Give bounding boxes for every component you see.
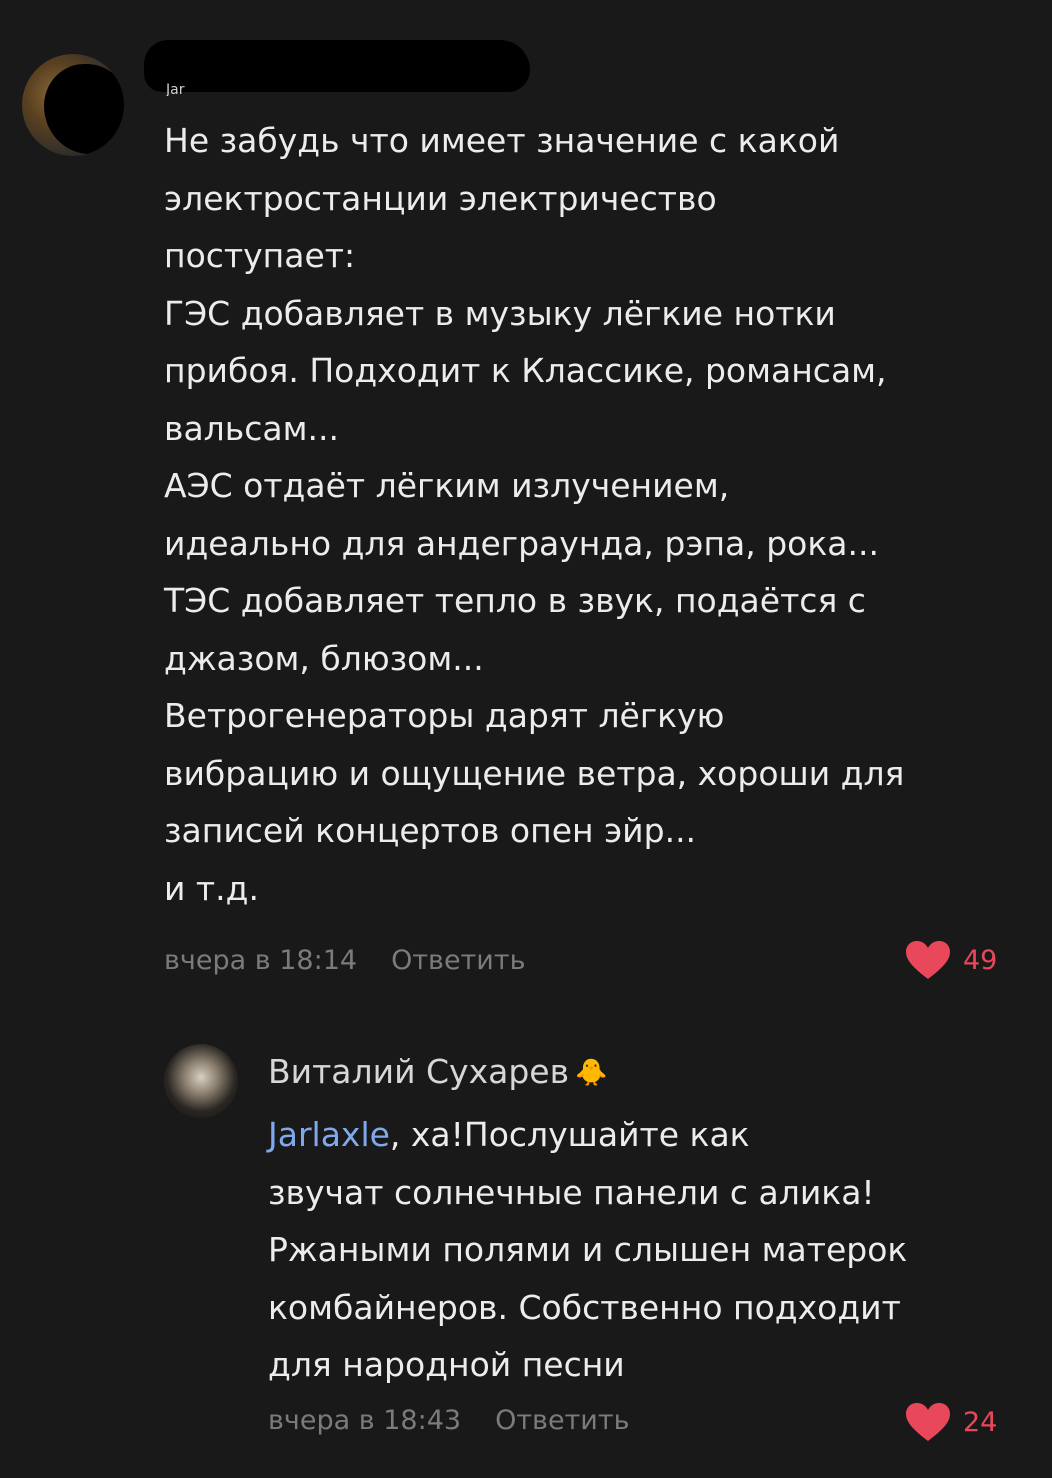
comment-line: вальсам... bbox=[164, 408, 339, 448]
author-name[interactable]: Виталий Сухарев 🐥 bbox=[268, 1052, 607, 1091]
like-button[interactable]: 49 bbox=[905, 940, 997, 980]
like-count: 49 bbox=[963, 944, 998, 976]
comment-line: ГЭС добавляет в музыку лёгкие нотки bbox=[164, 293, 836, 333]
heart-icon bbox=[906, 941, 950, 979]
reply-button[interactable]: Ответить bbox=[391, 945, 525, 976]
comment-line-text: , ха!Послушайте как bbox=[389, 1115, 750, 1154]
like-button[interactable]: 24 bbox=[905, 1402, 997, 1442]
comment-line: комбайнеров. Собственно подходит bbox=[268, 1287, 901, 1327]
like-count: 24 bbox=[963, 1406, 998, 1438]
comment-line: поступает: bbox=[164, 236, 356, 275]
comment-line: Ветрогенераторы дарят лёгкую bbox=[164, 696, 725, 735]
comment-text: Jarlaxle, ха!Послушайте как звучат солне… bbox=[268, 1106, 907, 1394]
timestamp: вчера в 18:43 bbox=[268, 1405, 462, 1436]
comment-line: Не забудь что имеет значение с какой bbox=[164, 121, 840, 160]
comment-line: Jarlaxle, ха!Послушайте как bbox=[268, 1106, 907, 1164]
comment-line: идеально для андеграунда, рэпа, рока... bbox=[164, 523, 879, 563]
comment-line: джазом, блюзом... bbox=[164, 638, 484, 678]
avatar[interactable] bbox=[22, 54, 124, 156]
reply-button[interactable]: Ответить bbox=[495, 1405, 629, 1436]
timestamp: вчера в 18:14 bbox=[164, 945, 358, 976]
comment-line: ТЭС добавляет тепло в звук, подаётся с bbox=[164, 581, 866, 620]
duck-emoji-icon: 🐥 bbox=[575, 1058, 608, 1088]
comment-line: АЭС отдаёт лёгким излучением, bbox=[164, 466, 730, 505]
comment-line: для народной песни bbox=[268, 1345, 625, 1384]
comment-line: вибрацию и ощущение ветра, хороши для bbox=[164, 753, 905, 793]
mention-link[interactable]: Jarlaxle bbox=[268, 1115, 390, 1154]
comment-text: Не забудь что имеет значение с какой эле… bbox=[164, 112, 904, 917]
comment-line: прибоя. Подходит к Классике, романсам, bbox=[164, 351, 887, 390]
comment-line: Ржаными полями и слышен матерок bbox=[268, 1230, 908, 1269]
heart-icon bbox=[906, 1403, 950, 1441]
comment-line: записей концертов опен эйр... bbox=[164, 811, 697, 850]
author-name-text: Виталий Сухарев bbox=[268, 1052, 570, 1091]
comment-meta: вчера в 18:43 Ответить bbox=[268, 1405, 629, 1436]
comment-line: звучат солнечные панели с алика! bbox=[268, 1172, 875, 1212]
comment-line: электростанции электричество bbox=[164, 178, 717, 218]
avatar[interactable] bbox=[164, 1044, 238, 1118]
redaction bbox=[44, 64, 124, 154]
comment-line: и т.д. bbox=[164, 868, 259, 908]
author-name[interactable]: Jar bbox=[166, 82, 256, 96]
comment-meta: вчера в 18:14 Ответить bbox=[164, 945, 525, 976]
